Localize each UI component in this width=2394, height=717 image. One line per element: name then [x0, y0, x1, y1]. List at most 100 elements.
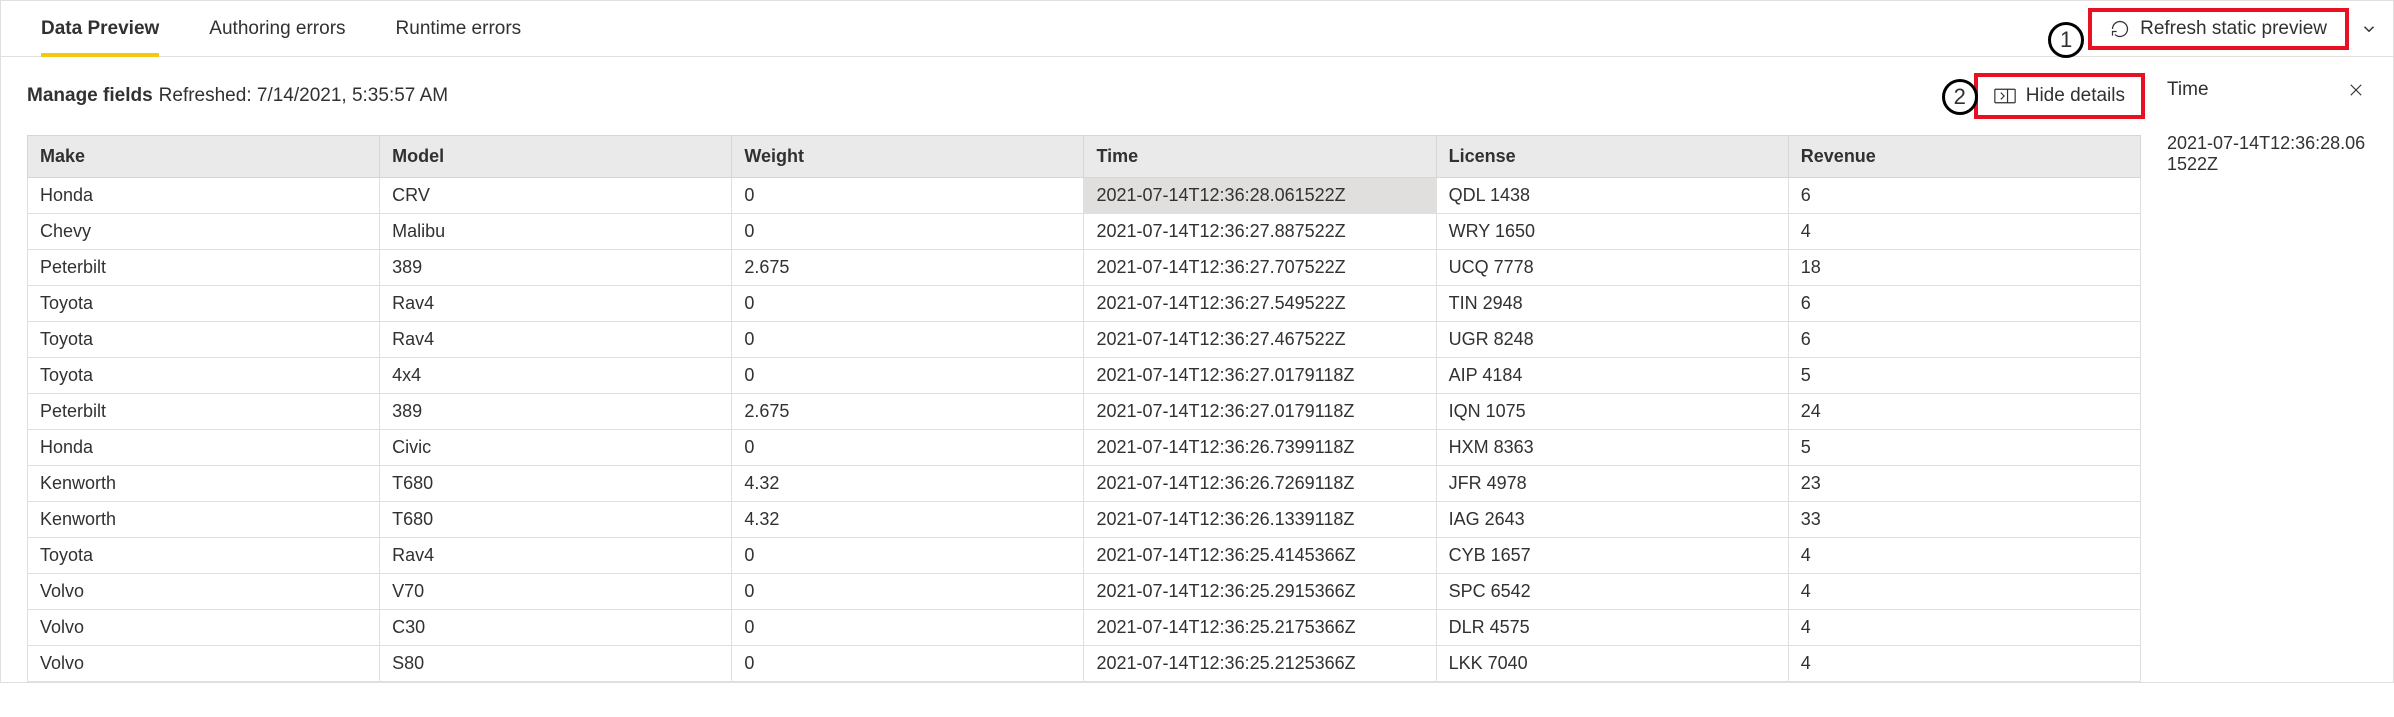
table-cell[interactable]: Civic [380, 430, 732, 466]
table-cell[interactable]: UGR 8248 [1436, 322, 1788, 358]
table-row[interactable]: Toyota4x402021-07-14T12:36:27.0179118ZAI… [28, 358, 2141, 394]
table-cell[interactable]: 2021-07-14T12:36:27.0179118Z [1084, 394, 1436, 430]
table-cell[interactable]: 2021-07-14T12:36:27.707522Z [1084, 250, 1436, 286]
table-cell[interactable]: 24 [1788, 394, 2140, 430]
table-cell[interactable]: 0 [732, 430, 1084, 466]
table-cell[interactable]: 2.675 [732, 250, 1084, 286]
table-cell[interactable]: 2021-07-14T12:36:27.887522Z [1084, 214, 1436, 250]
table-cell[interactable]: 389 [380, 394, 732, 430]
table-cell[interactable]: AIP 4184 [1436, 358, 1788, 394]
table-row[interactable]: Peterbilt3892.6752021-07-14T12:36:27.707… [28, 250, 2141, 286]
column-header[interactable]: Model [380, 136, 732, 178]
refresh-static-preview-button[interactable]: Refresh static preview [2092, 12, 2345, 46]
table-cell[interactable]: 0 [732, 214, 1084, 250]
table-cell[interactable]: HXM 8363 [1436, 430, 1788, 466]
table-cell[interactable]: 0 [732, 538, 1084, 574]
table-cell[interactable]: 2021-07-14T12:36:25.2125366Z [1084, 646, 1436, 682]
table-cell[interactable]: 4.32 [732, 466, 1084, 502]
table-cell[interactable]: 389 [380, 250, 732, 286]
table-cell[interactable]: 2021-07-14T12:36:27.0179118Z [1084, 358, 1436, 394]
expand-toggle-button[interactable] [2345, 1, 2393, 57]
table-row[interactable]: KenworthT6804.322021-07-14T12:36:26.1339… [28, 502, 2141, 538]
table-cell[interactable]: 0 [732, 358, 1084, 394]
table-cell[interactable]: 4 [1788, 214, 2140, 250]
table-cell[interactable]: UCQ 7778 [1436, 250, 1788, 286]
table-cell[interactable]: 2021-07-14T12:36:27.467522Z [1084, 322, 1436, 358]
table-cell[interactable]: 2021-07-14T12:36:27.549522Z [1084, 286, 1436, 322]
table-cell[interactable]: 0 [732, 646, 1084, 682]
table-row[interactable]: HondaCRV02021-07-14T12:36:28.061522ZQDL … [28, 178, 2141, 214]
table-cell[interactable]: 2021-07-14T12:36:28.061522Z [1084, 178, 1436, 214]
table-row[interactable]: VolvoV7002021-07-14T12:36:25.2915366ZSPC… [28, 574, 2141, 610]
table-cell[interactable]: T680 [380, 502, 732, 538]
table-cell[interactable]: 6 [1788, 286, 2140, 322]
table-row[interactable]: KenworthT6804.322021-07-14T12:36:26.7269… [28, 466, 2141, 502]
table-cell[interactable]: Kenworth [28, 502, 380, 538]
table-cell[interactable]: 4 [1788, 646, 2140, 682]
table-cell[interactable]: S80 [380, 646, 732, 682]
table-cell[interactable]: CYB 1657 [1436, 538, 1788, 574]
column-header[interactable]: Weight [732, 136, 1084, 178]
tab-runtime-errors[interactable]: Runtime errors [382, 1, 536, 57]
table-cell[interactable]: DLR 4575 [1436, 610, 1788, 646]
table-cell[interactable]: 0 [732, 574, 1084, 610]
table-cell[interactable]: 4.32 [732, 502, 1084, 538]
close-details-button[interactable] [2343, 77, 2369, 103]
table-cell[interactable]: 4 [1788, 538, 2140, 574]
table-cell[interactable]: 2021-07-14T12:36:25.2915366Z [1084, 574, 1436, 610]
table-cell[interactable]: SPC 6542 [1436, 574, 1788, 610]
table-cell[interactable]: Rav4 [380, 322, 732, 358]
table-cell[interactable]: Toyota [28, 286, 380, 322]
table-cell[interactable]: 6 [1788, 178, 2140, 214]
table-row[interactable]: VolvoC3002021-07-14T12:36:25.2175366ZDLR… [28, 610, 2141, 646]
column-header[interactable]: License [1436, 136, 1788, 178]
table-row[interactable]: ToyotaRav402021-07-14T12:36:27.467522ZUG… [28, 322, 2141, 358]
table-cell[interactable]: 0 [732, 322, 1084, 358]
table-cell[interactable]: 2021-07-14T12:36:26.1339118Z [1084, 502, 1436, 538]
table-cell[interactable]: JFR 4978 [1436, 466, 1788, 502]
table-cell[interactable]: IAG 2643 [1436, 502, 1788, 538]
table-cell[interactable]: 5 [1788, 358, 2140, 394]
table-cell[interactable]: LKK 7040 [1436, 646, 1788, 682]
table-cell[interactable]: 2.675 [732, 394, 1084, 430]
table-cell[interactable]: 4 [1788, 610, 2140, 646]
table-cell[interactable]: Toyota [28, 322, 380, 358]
tab-data-preview[interactable]: Data Preview [27, 1, 173, 57]
table-cell[interactable]: Volvo [28, 646, 380, 682]
column-header[interactable]: Make [28, 136, 380, 178]
table-cell[interactable]: 2021-07-14T12:36:25.4145366Z [1084, 538, 1436, 574]
tab-authoring-errors[interactable]: Authoring errors [195, 1, 359, 57]
table-row[interactable]: VolvoS8002021-07-14T12:36:25.2125366ZLKK… [28, 646, 2141, 682]
table-cell[interactable]: 5 [1788, 430, 2140, 466]
table-row[interactable]: ToyotaRav402021-07-14T12:36:27.549522ZTI… [28, 286, 2141, 322]
table-cell[interactable]: Peterbilt [28, 250, 380, 286]
table-cell[interactable]: 33 [1788, 502, 2140, 538]
table-cell[interactable]: T680 [380, 466, 732, 502]
table-cell[interactable]: 0 [732, 610, 1084, 646]
table-cell[interactable]: Rav4 [380, 538, 732, 574]
table-cell[interactable]: Malibu [380, 214, 732, 250]
data-table[interactable]: MakeModelWeightTimeLicenseRevenue HondaC… [27, 135, 2141, 682]
hide-details-button[interactable]: Hide details [1978, 77, 2141, 115]
table-cell[interactable]: 4x4 [380, 358, 732, 394]
table-cell[interactable]: Rav4 [380, 286, 732, 322]
table-cell[interactable]: 2021-07-14T12:36:26.7399118Z [1084, 430, 1436, 466]
table-cell[interactable]: 23 [1788, 466, 2140, 502]
table-cell[interactable]: TIN 2948 [1436, 286, 1788, 322]
table-cell[interactable]: 0 [732, 178, 1084, 214]
table-cell[interactable]: Volvo [28, 610, 380, 646]
table-cell[interactable]: IQN 1075 [1436, 394, 1788, 430]
table-row[interactable]: HondaCivic02021-07-14T12:36:26.7399118ZH… [28, 430, 2141, 466]
table-cell[interactable]: V70 [380, 574, 732, 610]
table-cell[interactable]: 6 [1788, 322, 2140, 358]
table-cell[interactable]: Peterbilt [28, 394, 380, 430]
table-cell[interactable]: Toyota [28, 358, 380, 394]
table-cell[interactable]: 2021-07-14T12:36:25.2175366Z [1084, 610, 1436, 646]
table-cell[interactable]: Honda [28, 178, 380, 214]
table-cell[interactable]: Honda [28, 430, 380, 466]
column-header[interactable]: Revenue [1788, 136, 2140, 178]
table-row[interactable]: ChevyMalibu02021-07-14T12:36:27.887522ZW… [28, 214, 2141, 250]
table-row[interactable]: Peterbilt3892.6752021-07-14T12:36:27.017… [28, 394, 2141, 430]
table-cell[interactable]: 4 [1788, 574, 2140, 610]
table-cell[interactable]: QDL 1438 [1436, 178, 1788, 214]
